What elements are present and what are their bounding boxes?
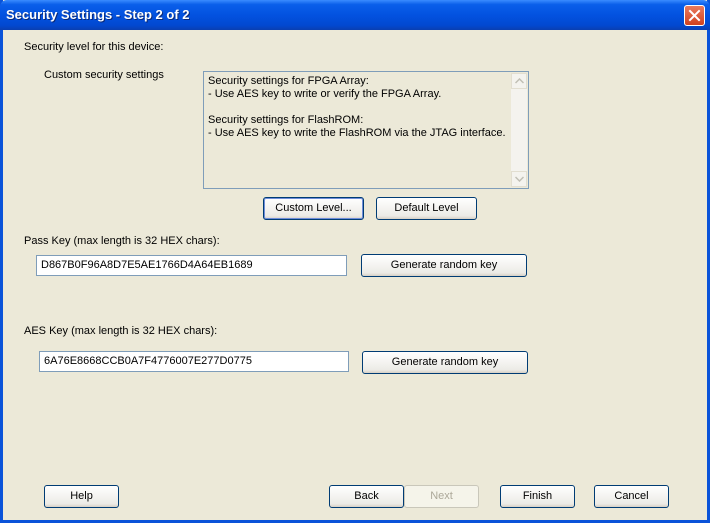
- pass-key-label: Pass Key (max length is 32 HEX chars):: [24, 235, 220, 247]
- close-icon: [688, 9, 701, 22]
- security-description-text: Security settings for FPGA Array: - Use …: [208, 75, 506, 139]
- scroll-up-button[interactable]: [511, 73, 527, 89]
- aes-key-input[interactable]: 6A76E8668CCB0A7F4776007E277D0775: [39, 351, 349, 372]
- finish-button[interactable]: Finish: [500, 485, 575, 508]
- default-level-button[interactable]: Default Level: [376, 197, 477, 220]
- security-description-box[interactable]: Security settings for FPGA Array: - Use …: [203, 71, 529, 189]
- custom-level-button[interactable]: Custom Level...: [263, 197, 364, 220]
- window-title: Security Settings - Step 2 of 2: [6, 7, 190, 22]
- next-button[interactable]: Next: [404, 485, 479, 508]
- vertical-scrollbar[interactable]: [511, 73, 527, 187]
- custom-security-label: Custom security settings: [44, 69, 164, 81]
- scroll-up-arrow-icon: [515, 78, 524, 84]
- scroll-down-arrow-icon: [515, 176, 524, 182]
- aes-key-generate-button[interactable]: Generate random key: [362, 351, 528, 374]
- dialog-window: Security Settings - Step 2 of 2 Security…: [0, 0, 710, 523]
- title-bar[interactable]: Security Settings - Step 2 of 2: [0, 0, 710, 30]
- security-level-label: Security level for this device:: [24, 41, 164, 53]
- close-button[interactable]: [684, 5, 705, 26]
- aes-key-label: AES Key (max length is 32 HEX chars):: [24, 325, 218, 337]
- help-button[interactable]: Help: [44, 485, 119, 508]
- cancel-button[interactable]: Cancel: [594, 485, 669, 508]
- back-button[interactable]: Back: [329, 485, 404, 508]
- scroll-down-button[interactable]: [511, 171, 527, 187]
- pass-key-input[interactable]: D867B0F96A8D7E5AE1766D4A64EB1689: [36, 255, 347, 276]
- pass-key-generate-button[interactable]: Generate random key: [361, 254, 527, 277]
